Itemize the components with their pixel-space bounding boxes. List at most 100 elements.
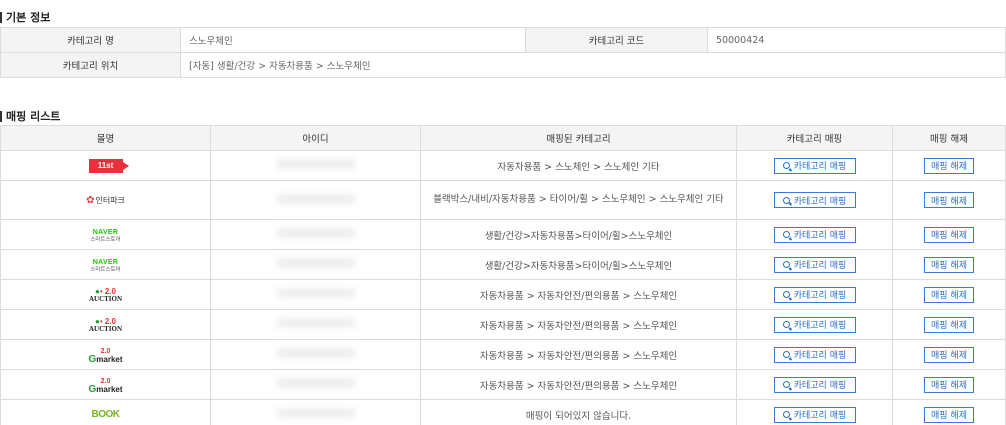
mapping-list-title-text: 매핑 리스트 [6,110,61,123]
redacted-id [275,159,356,169]
category-mapping-button-label: 카테고리 매핑 [793,196,847,207]
category-mapping-cell: 카테고리 매핑 [736,339,893,370]
table-row: ✿ 인터파크 블랙박스/내비/자동차용품 > 타이어/휠 > 스노우체인 > 스노… [0,180,1006,220]
auction-logo: ●• 2.0 AUCTION [88,287,123,303]
id-cell [210,399,421,425]
id-cell [210,369,421,400]
mapped-category-cell: 자동차용품 > 자동차안전/편의용품 > 스노우체인 [420,339,737,370]
interpark-logo: ✿ 인터파크 [86,194,125,206]
redacted-id [275,348,356,358]
gmarket-logo-version: 2.0 [100,347,111,355]
search-icon [782,261,790,268]
id-cell [210,339,421,370]
naver-logo: NAVER 스마트스토어 [90,259,120,274]
mall-cell: 2.0 Gmarket [0,339,211,370]
table-row: ●• 2.0 AUCTION 자동차용품 > 자동차안전/편의용품 > 스노우체인… [0,309,1006,340]
unmap-cell: 매핑 해제 [892,369,1006,400]
unmap-cell: 매핑 해제 [892,279,1006,310]
unmap-button[interactable]: 매핑 해제 [924,346,974,363]
table-row: ●• 2.0 AUCTION 자동차용품 > 자동차안전/편의용품 > 스노우체인… [0,279,1006,310]
category-mapping-cell: 카테고리 매핑 [736,180,893,220]
mall-cell: ●• 2.0 AUCTION [0,279,211,310]
category-mapping-cell: 카테고리 매핑 [736,279,893,310]
mall-cell: NAVER 스마트스토어 [0,249,211,280]
mapped-category-cell: 자동차용품 > 자동차안전/편의용품 > 스노우체인 [420,309,737,340]
unmap-button[interactable]: 매핑 해제 [924,226,974,243]
search-icon [782,196,790,204]
category-mapping-button[interactable]: 카테고리 매핑 [773,192,856,208]
search-icon [782,411,790,418]
mapped-category-cell: 자동차용품 > 자동차안전/편의용품 > 스노우체인 [420,369,737,400]
unmap-cell: 매핑 해제 [892,399,1006,425]
naver-logo-text: NAVER [92,258,119,266]
mall-cell: NAVER 스마트스토어 [0,219,211,250]
naver-logo: NAVER 스마트스토어 [90,229,120,244]
unmap-button[interactable]: 매핑 해제 [924,157,974,174]
gmarket-logo-version: 2.0 [100,377,111,385]
unmap-button[interactable]: 매핑 해제 [924,316,974,333]
category-name-label: 카테고리 명 [0,27,181,53]
table-row: BOOK 매핑이 되어있지 않습니다. 카테고리 매핑 매핑 해제 [0,399,1006,425]
gmarket-logo-text: market [96,354,123,364]
category-mapping-cell: 카테고리 매핑 [736,309,893,340]
category-mapping-cell: 카테고리 매핑 [736,249,893,280]
category-mapping-button-label: 카테고리 매핑 [793,231,847,241]
book-logo: BOOK [91,409,121,420]
category-location-value: [자동] 생활/건강 > 자동차용품 > 스노우체인 [180,52,1006,78]
title-bar-mark [0,11,2,23]
category-mapping-button[interactable]: 카테고리 매핑 [773,376,856,393]
mall-cell: ●• 2.0 AUCTION [0,309,211,340]
naver-logo-sub: 스마트스토어 [90,236,121,243]
category-code-label: 카테고리 코드 [525,27,708,53]
basic-info-title-text: 기본 정보 [6,11,51,24]
category-mapping-button[interactable]: 카테고리 매핑 [773,157,856,174]
unmap-button[interactable]: 매핑 해제 [924,286,974,303]
id-cell [210,219,421,250]
category-code-value: 50000424 [707,27,1006,53]
auction-logo-text: AUCTION [88,295,123,303]
category-mapping-button[interactable]: 카테고리 매핑 [773,256,856,273]
gmarket-logo: 2.0 Gmarket [88,377,123,395]
search-icon [782,231,790,238]
table-row: NAVER 스마트스토어 생활/건강>자동차용품>타이어/휠>스노우체인 카테고리… [0,219,1006,250]
category-mapping-button[interactable]: 카테고리 매핑 [773,226,856,243]
id-cell [210,180,421,220]
unmap-button[interactable]: 매핑 해제 [924,192,974,208]
table-row: NAVER 스마트스토어 생활/건강>자동차용품>타이어/휠>스노우체인 카테고리… [0,249,1006,280]
mapped-category-cell: 매핑이 되어있지 않습니다. [420,399,737,425]
title-bar-mark [0,110,2,122]
category-mapping-button[interactable]: 카테고리 매핑 [773,406,856,423]
category-mapping-button-label: 카테고리 매핑 [793,321,847,331]
mapped-category-cell: 생활/건강>자동차용품>타이어/휠>스노우체인 [420,219,737,250]
category-mapping-button-label: 카테고리 매핑 [793,381,847,391]
category-mapping-button-label: 카테고리 매핑 [793,411,847,421]
interpark-logo-text: 인터파크 [95,195,125,205]
col-header-id: 아이디 [210,125,421,151]
mall-cell: 11st [0,150,211,181]
table-row: 11st 자동차용품 > 스노체인 > 스노체인 기타 카테고리 매핑 매핑 해… [0,150,1006,181]
category-mapping-button-label: 카테고리 매핑 [793,162,847,172]
unmap-button[interactable]: 매핑 해제 [924,376,974,393]
unmap-button[interactable]: 매핑 해제 [924,256,974,273]
category-mapping-button[interactable]: 카테고리 매핑 [773,346,856,363]
redacted-id [275,378,356,388]
category-mapping-cell: 카테고리 매핑 [736,369,893,400]
gmarket-logo-text: market [96,384,123,394]
mapped-category-cell: 생활/건강>자동차용품>타이어/휠>스노우체인 [420,249,737,280]
search-icon [782,351,790,358]
mapped-category-cell: 자동차용품 > 자동차안전/편의용품 > 스노우체인 [420,279,737,310]
category-name-value: 스노우체인 [180,27,526,53]
basic-info-table: 카테고리 명 스노우체인 카테고리 코드 50000424 카테고리 위치 [자… [0,27,1006,78]
mapped-category-cell: 블랙박스/내비/자동차용품 > 타이어/휠 > 스노우체인 > 스노우체인 기타 [420,180,737,220]
category-mapping-button[interactable]: 카테고리 매핑 [773,286,856,303]
auction-logo: ●• 2.0 AUCTION [88,317,123,333]
unmap-button[interactable]: 매핑 해제 [924,406,974,423]
id-cell [210,249,421,280]
11st-logo: 11st [88,158,129,173]
basic-info-title: 기본 정보 [0,9,50,25]
mall-cell: BOOK [0,399,211,425]
category-mapping-button-label: 카테고리 매핑 [793,351,847,361]
category-mapping-button[interactable]: 카테고리 매핑 [773,316,856,333]
gmarket-logo: 2.0 Gmarket [88,347,123,365]
table-row: 2.0 Gmarket 자동차용품 > 자동차안전/편의용품 > 스노우체인 카테… [0,369,1006,400]
